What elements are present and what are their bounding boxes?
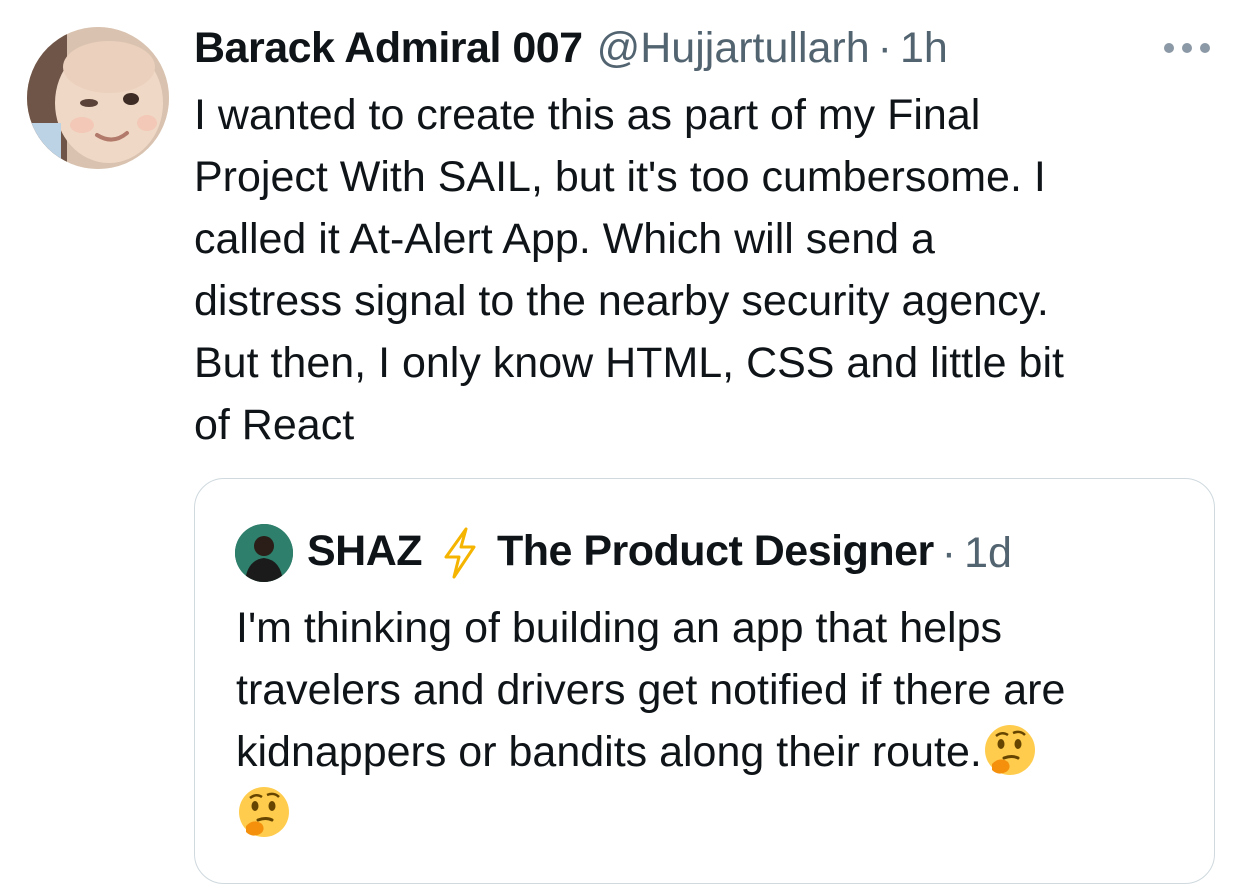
tweet-text: I wanted to create this as part of my Fi… bbox=[194, 91, 1064, 449]
quoted-name-part2: The Product Designer bbox=[496, 526, 934, 575]
more-options-icon[interactable] bbox=[1164, 36, 1210, 60]
quoted-tweet[interactable]: SHAZ The Product Designer · 1d I'm think… bbox=[194, 478, 1215, 884]
quoted-tweet-header: SHAZ The Product Designer · 1d bbox=[235, 521, 1012, 585]
quoted-name-part1: SHAZ bbox=[307, 526, 423, 575]
tweet-header: Barack Admiral 007 @Hujjartullarh · 1h bbox=[194, 20, 948, 76]
more-dot bbox=[1164, 43, 1174, 53]
avatar-image bbox=[27, 27, 169, 169]
quoted-tweet-text: I'm thinking of building an app that hel… bbox=[236, 597, 1186, 845]
tweet[interactable]: Barack Admiral 007 @Hujjartullarh · 1h I… bbox=[0, 0, 1242, 893]
quoted-separator-dot: · bbox=[941, 528, 957, 577]
thinking-face-emoji-icon bbox=[236, 784, 292, 840]
display-name[interactable]: Barack Admiral 007 bbox=[194, 20, 583, 76]
user-handle[interactable]: @Hujjartullarh bbox=[597, 20, 870, 76]
quoted-avatar-image bbox=[235, 524, 293, 582]
quoted-user-avatar[interactable] bbox=[235, 524, 293, 582]
more-dot bbox=[1182, 43, 1192, 53]
quoted-text-body: I'm thinking of building an app that hel… bbox=[236, 604, 1066, 776]
user-avatar[interactable] bbox=[27, 27, 169, 169]
timestamp[interactable]: 1h bbox=[900, 20, 948, 76]
separator-dot: · bbox=[877, 24, 892, 72]
thinking-face-emoji-icon bbox=[982, 722, 1038, 778]
quoted-timestamp[interactable]: 1d bbox=[964, 529, 1012, 578]
more-dot bbox=[1200, 43, 1210, 53]
quoted-display-name[interactable]: SHAZ The Product Designer bbox=[307, 527, 934, 580]
lightning-bolt-icon bbox=[444, 527, 476, 579]
